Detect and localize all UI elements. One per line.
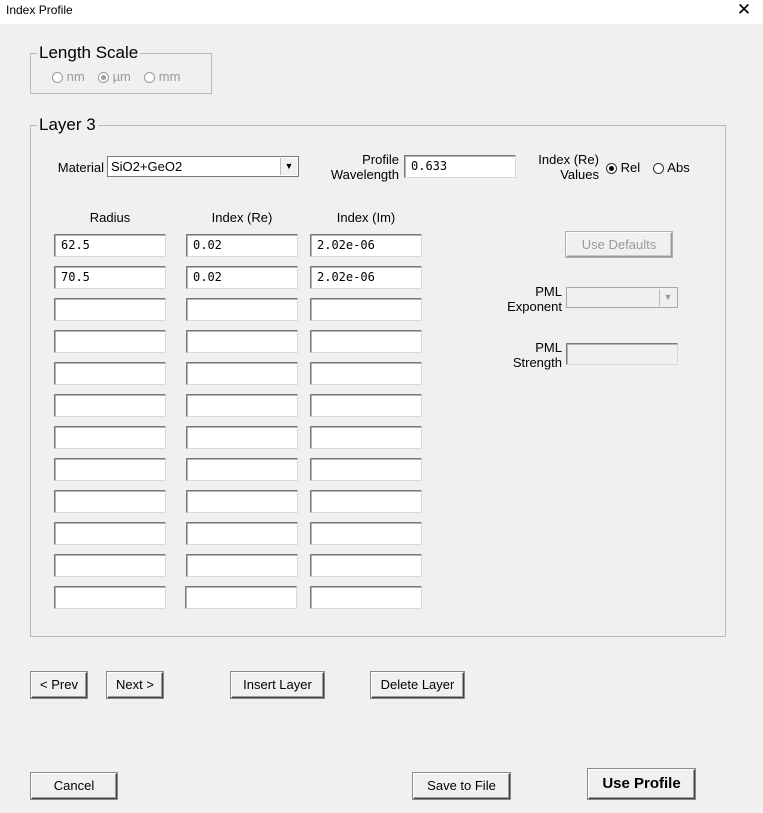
index-mode-radios: Rel Abs (606, 160, 690, 175)
index-im-input[interactable] (310, 586, 422, 609)
pml-exponent-line1: PML (535, 284, 562, 299)
radius-input[interactable] (54, 586, 166, 609)
index-values-line1: Index (Re) (538, 152, 599, 167)
delete-layer-button[interactable]: Delete Layer (371, 672, 464, 698)
radius-input[interactable] (54, 554, 166, 577)
index-im-input[interactable]: 2.02e-06 (310, 234, 422, 257)
material-select[interactable]: SiO2+GeO2 ▼ (107, 156, 299, 177)
profile-wavelength-label: Profile Wavelength (320, 152, 399, 182)
index-im-input[interactable] (310, 394, 422, 417)
title-bar (0, 0, 763, 24)
next-button[interactable]: Next > (107, 672, 163, 698)
index-im-input[interactable] (310, 458, 422, 481)
index-re-input[interactable]: 0.02 (186, 266, 298, 289)
column-header-index-re: Index (Re) (211, 210, 273, 225)
radio-rel-label: Rel (620, 160, 641, 175)
use-profile-button[interactable]: Use Profile (588, 769, 695, 799)
index-im-input[interactable] (310, 426, 422, 449)
radius-input[interactable] (54, 298, 166, 321)
column-header-index-im: Index (Im) (336, 210, 396, 225)
layer-legend: Layer 3 (39, 115, 96, 134)
index-re-input[interactable] (186, 362, 298, 385)
radius-input[interactable] (54, 458, 166, 481)
insert-layer-button[interactable]: Insert Layer (231, 672, 324, 698)
profile-label-line2: Wavelength (330, 167, 399, 182)
column-header-radius: Radius (89, 210, 131, 225)
index-re-input[interactable] (186, 490, 298, 513)
chevron-down-icon[interactable]: ▼ (659, 289, 676, 306)
pml-exponent-select[interactable]: ▼ (566, 287, 678, 308)
index-re-input[interactable] (186, 554, 298, 577)
radio-abs[interactable] (653, 163, 665, 175)
use-defaults-button[interactable]: Use Defaults (566, 232, 672, 257)
cancel-button[interactable]: Cancel (31, 773, 117, 799)
index-values-line2: Values (560, 167, 599, 182)
length-scale-legend: Length Scale (39, 43, 139, 62)
index-im-input[interactable] (310, 522, 422, 545)
material-select-value: SiO2+GeO2 (111, 159, 183, 174)
index-re-input[interactable]: 0.02 (186, 234, 298, 257)
index-re-input[interactable] (186, 458, 298, 481)
radio-nm[interactable] (52, 72, 63, 84)
index-re-input[interactable] (186, 522, 298, 545)
radio-mm-label: mm (158, 69, 181, 84)
pml-strength-line1: PML (535, 340, 562, 355)
index-im-input[interactable]: 2.02e-06 (310, 266, 422, 289)
index-re-input[interactable] (186, 426, 298, 449)
pml-strength-input[interactable] (566, 343, 678, 365)
radius-input[interactable] (54, 330, 166, 353)
index-im-input[interactable] (310, 490, 422, 513)
prev-button[interactable]: < Prev (31, 672, 87, 698)
radius-input[interactable] (54, 394, 166, 417)
radio-rel[interactable] (606, 163, 617, 175)
radius-input[interactable]: 70.5 (54, 266, 166, 289)
profile-label-line1: Profile (362, 152, 399, 167)
radius-input[interactable] (54, 426, 166, 449)
pml-strength-line2: Strength (512, 355, 562, 370)
radio-mm[interactable] (144, 72, 156, 84)
length-scale-options: nm µm mm (52, 69, 180, 84)
radio-um[interactable] (97, 72, 109, 84)
index-im-input[interactable] (310, 554, 422, 577)
pml-exponent-label: PML Exponent (492, 284, 562, 314)
close-icon[interactable]: ✕ (731, 0, 757, 22)
material-label: Material (57, 160, 104, 175)
radius-input[interactable] (54, 522, 166, 545)
index-re-input[interactable] (186, 330, 298, 353)
index-im-input[interactable] (310, 362, 422, 385)
radius-input[interactable] (54, 362, 166, 385)
index-re-input[interactable] (186, 298, 298, 321)
radio-um-label: µm (112, 69, 131, 84)
index-im-input[interactable] (310, 298, 422, 321)
radio-abs-label: Abs (667, 160, 690, 175)
index-values-label: Index (Re) Values (520, 152, 599, 182)
save-to-file-button[interactable]: Save to File (413, 773, 510, 799)
pml-exponent-line2: Exponent (507, 299, 562, 314)
pml-strength-label: PML Strength (492, 340, 562, 370)
index-re-input[interactable] (186, 394, 298, 417)
window-title: Index Profile (6, 3, 73, 17)
wavelength-input[interactable]: 0.633 (404, 155, 516, 178)
radius-input[interactable] (54, 490, 166, 513)
chevron-down-icon[interactable]: ▼ (280, 158, 297, 175)
index-re-input[interactable] (185, 586, 297, 609)
radio-nm-label: nm (66, 69, 85, 84)
index-im-input[interactable] (310, 330, 422, 353)
radius-input[interactable]: 62.5 (54, 234, 166, 257)
